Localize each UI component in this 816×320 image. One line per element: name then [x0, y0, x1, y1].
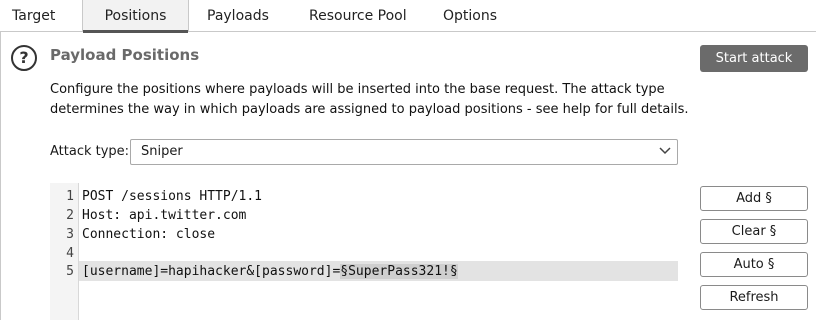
request-line: Connection: close [82, 227, 216, 242]
start-attack-button[interactable]: Start attack [700, 45, 808, 72]
chevron-down-icon [659, 147, 671, 155]
tab-target[interactable]: Target [12, 0, 72, 32]
attack-type-select[interactable]: Sniper [130, 139, 678, 165]
add-marker-button[interactable]: Add § [700, 186, 808, 211]
attack-type-value: Sniper [141, 144, 183, 159]
line-number: 2 [66, 208, 74, 223]
line-number: 4 [66, 246, 74, 261]
active-tab-indicator [83, 30, 188, 33]
payload-position-marker[interactable]: §SuperPass321!§ [340, 264, 458, 279]
editor-gutter [78, 183, 79, 320]
section-title: Payload Positions [50, 46, 200, 64]
request-editor[interactable]: 1 POST /sessions HTTP/1.1 2 Host: api.tw… [50, 183, 678, 320]
tab-positions[interactable]: Positions [82, 0, 189, 33]
auto-marker-button[interactable]: Auto § [700, 252, 808, 277]
tab-payloads[interactable]: Payloads [207, 0, 287, 32]
request-line: Host: api.twitter.com [82, 208, 247, 223]
request-line-body: [username]=hapihacker&[password]=§SuperP… [82, 262, 458, 281]
line-number: 5 [66, 264, 74, 279]
tab-options[interactable]: Options [443, 0, 513, 32]
editor-bg-lower [79, 281, 678, 320]
line-number: 3 [66, 227, 74, 242]
tab-bar: Target Positions Payloads Resource Pool … [0, 0, 816, 33]
line-number: 1 [66, 189, 74, 204]
refresh-button[interactable]: Refresh [700, 285, 808, 310]
body-prefix: [username]=hapihacker&[password]= [82, 264, 341, 279]
help-icon[interactable]: ? [11, 45, 37, 71]
tab-resource-pool[interactable]: Resource Pool [309, 0, 429, 32]
section-description: Configure the positions where payloads w… [50, 82, 689, 117]
attack-type-label: Attack type: [50, 144, 130, 159]
clear-marker-button[interactable]: Clear § [700, 219, 808, 244]
left-border [0, 32, 8, 320]
tab-positions-label: Positions [104, 8, 167, 24]
request-line: POST /sessions HTTP/1.1 [82, 189, 263, 204]
